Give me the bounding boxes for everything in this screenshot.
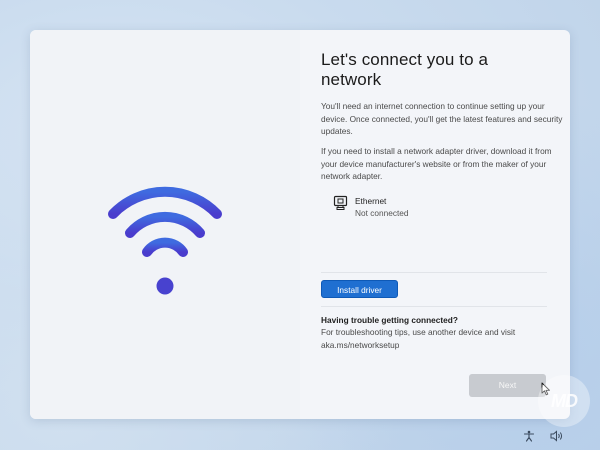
illustration-panel <box>30 30 300 419</box>
network-name: Ethernet <box>355 196 387 206</box>
divider <box>321 306 547 307</box>
next-button[interactable]: Next <box>469 374 546 397</box>
install-driver-button[interactable]: Install driver <box>321 280 398 298</box>
accessibility-icon[interactable] <box>523 430 535 442</box>
divider <box>321 272 547 273</box>
page-title: Let's connect you to a network <box>321 50 489 89</box>
intro-text: You'll need an internet connection to co… <box>321 101 563 136</box>
driver-help-text: If you need to install a network adapter… <box>321 146 552 181</box>
watermark-logo: MD <box>538 375 590 427</box>
wifi-icon <box>108 186 222 295</box>
volume-icon[interactable] <box>550 430 564 442</box>
trouble-text: For troubleshooting tips, use another de… <box>321 327 516 350</box>
network-status: Not connected <box>355 208 409 218</box>
oobe-window: Let's connect you to a network You'll ne… <box>30 30 570 419</box>
trouble-heading: Having trouble getting connected? <box>321 315 458 325</box>
content-panel: Let's connect you to a network You'll ne… <box>321 30 562 419</box>
ethernet-icon <box>333 195 348 210</box>
